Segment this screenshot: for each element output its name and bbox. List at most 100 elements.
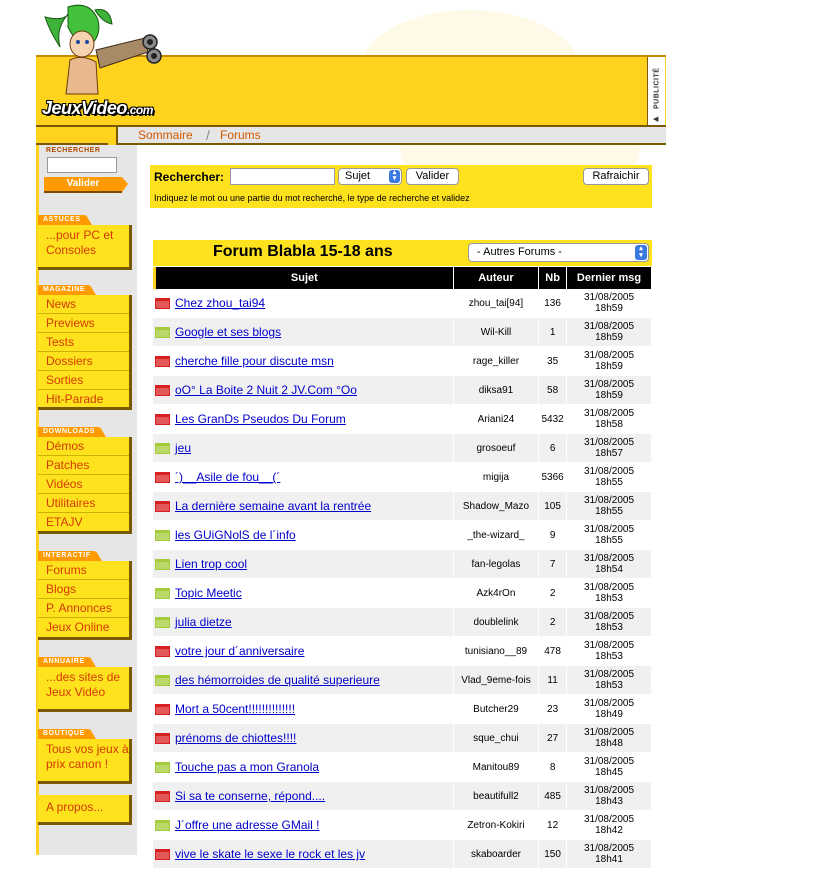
sidebar-item-tests[interactable]: Tests [38, 333, 129, 352]
topic-last-message: 31/08/2005 18h55 [567, 521, 652, 550]
search-type-select[interactable]: Sujet ▴ ▾ [338, 168, 402, 185]
topic-author: rage_killer [453, 347, 540, 376]
topic-subject-cell: cherche fille pour discute msn [153, 347, 454, 376]
topic-subject-cell: La dernière semaine avant la rentrée [153, 492, 454, 521]
other-forums-select[interactable]: - Autres Forums - ▴ ▾ [468, 243, 649, 262]
section-tab: ANNUAIRE [38, 657, 96, 667]
sidebar-item-blogs[interactable]: Blogs [38, 580, 129, 599]
breadcrumb-sommaire-link[interactable]: Sommaire [138, 128, 193, 142]
topic-link[interactable]: Les GranDs Pseudos Du Forum [175, 412, 346, 426]
table-row: Lien trop cool fan-legolas 7 31/08/2005 18h5… [153, 550, 652, 579]
sound-icon: ◀ [653, 116, 659, 123]
topic-link[interactable]: Touche pas a mon Granola [175, 760, 319, 774]
topic-link[interactable]: Google et ses blogs [175, 325, 281, 339]
sidebar-item-sorties[interactable]: Sorties [38, 371, 129, 390]
sidebar-item-petites-annonces[interactable]: P. Annonces [38, 599, 129, 618]
sidebar-item-a-propos[interactable]: A propos... [38, 795, 129, 818]
topic-link[interactable]: les GUiGNolS de l´info [175, 528, 296, 542]
topic-message-count: 35 [539, 347, 568, 376]
topic-link[interactable]: ´)__Asile de fou__(´ [175, 470, 280, 484]
topic-link[interactable]: Mort a 50cent!!!!!!!!!!!!!! [175, 702, 295, 716]
topic-author: Zetron-Kokiri [453, 811, 540, 840]
sidebar-item-hit-parade[interactable]: Hit-Parade [38, 390, 129, 408]
sidebar-item-patches[interactable]: Patches [38, 456, 129, 475]
topic-message-count: 7 [539, 550, 568, 579]
last-message-time: 18h59 [595, 361, 623, 372]
sidebar-item-dossiers[interactable]: Dossiers [38, 352, 129, 371]
topic-link[interactable]: Topic Meetic [175, 586, 242, 600]
ad-banner[interactable]: PUBLICITÉ ◀ [647, 57, 665, 125]
topic-link[interactable]: oO° La Boite 2 Nuit 2 JV.Com °Oo [175, 383, 357, 397]
table-row: Topic Meetic Azk4rOn 2 31/08/2005 18h53 [153, 579, 652, 608]
topic-message-count: 5432 [539, 405, 568, 434]
topic-link[interactable]: Lien trop cool [175, 557, 247, 571]
forum-search-validate-button[interactable]: Valider [406, 168, 459, 185]
folder-icon [155, 558, 170, 570]
topic-author: sque_chui [453, 724, 540, 753]
sidebar-item-boutique[interactable]: Tous vos jeux à prix canon ! [38, 739, 129, 775]
topic-link[interactable]: La dernière semaine avant la rentrée [175, 499, 371, 513]
forum-search-input[interactable] [230, 168, 335, 185]
sidebar-item-etajv[interactable]: ETAJV [38, 513, 129, 531]
topic-link[interactable]: cherche fille pour discute msn [175, 354, 334, 368]
last-message-time: 18h42 [595, 825, 623, 836]
sidebar-item-news[interactable]: News [38, 295, 129, 314]
topic-subject-cell: Touche pas a mon Granola [153, 753, 454, 782]
sidebar-item-previews[interactable]: Previews [38, 314, 129, 333]
topic-link[interactable]: Chez zhou_tai94 [175, 296, 265, 310]
topic-link[interactable]: prénoms de chiottes!!!! [175, 731, 296, 745]
site-logo[interactable]: JeuxVideo.com [42, 98, 153, 119]
topic-link[interactable]: jeu [175, 441, 191, 455]
forum-title-bar: Forum Blabla 15-18 ans - Autres Forums -… [153, 240, 652, 266]
topic-link[interactable]: J´offre une adresse GMail ! [175, 818, 320, 832]
last-message-time: 18h53 [595, 651, 623, 662]
forum-search-label: Rechercher: [154, 170, 225, 184]
last-message-time: 18h43 [595, 796, 623, 807]
sidebar-item-annuaire-sites[interactable]: ...des sites de Jeux Vidéo [38, 667, 129, 703]
topic-link[interactable]: Si sa te conserne, répond.... [175, 789, 325, 803]
topic-author: migija [453, 463, 540, 492]
table-header-row: Sujet Auteur Nb Dernier msg [153, 267, 652, 289]
sidebar-search-input[interactable] [47, 157, 117, 173]
topic-author: doublelink [453, 608, 540, 637]
folder-icon [155, 529, 170, 541]
sidebar-search-button[interactable]: Valider [44, 177, 128, 193]
sidebar-item-videos[interactable]: Vidéos [38, 475, 129, 494]
table-row: ´)__Asile de fou__(´ migija 5366 31/08/2005… [153, 463, 652, 492]
topic-last-message: 31/08/2005 18h48 [567, 724, 652, 753]
sidebar-section-annuaire: ANNUAIRE ...des sites de Jeux Vidéo [38, 657, 132, 712]
last-message-date: 31/08/2005 [583, 437, 635, 448]
sidebar-section-interactif: INTERACTIF Forums Blogs P. Annonces Jeux… [38, 551, 132, 640]
topic-link[interactable]: des hémorroides de qualité superieure [175, 673, 380, 687]
topic-subject-cell: Mort a 50cent!!!!!!!!!!!!!! [153, 695, 454, 724]
sidebar-item-demos[interactable]: Démos [38, 437, 129, 456]
table-row: cherche fille pour discute msn rage_kille… [153, 347, 652, 376]
topic-message-count: 8 [539, 753, 568, 782]
forum-search-bar: Rechercher: Sujet ▴ ▾ Valider Rafraichir I… [150, 165, 652, 208]
topic-link[interactable]: votre jour d´anniversaire [175, 644, 304, 658]
last-message-time: 18h59 [595, 390, 623, 401]
topic-link[interactable]: vive le skate le sexe le rock et les jv [175, 847, 365, 861]
sidebar-item-jeux-online[interactable]: Jeux Online [38, 618, 129, 636]
topic-subject-cell: Les GranDs Pseudos Du Forum [153, 405, 454, 434]
topic-last-message: 31/08/2005 18h57 [567, 434, 652, 463]
table-row: des hémorroides de qualité superieure Vla… [153, 666, 652, 695]
sidebar-item-utilitaires[interactable]: Utilitaires [38, 494, 129, 513]
sidebar-item-forums[interactable]: Forums [38, 561, 129, 580]
last-message-date: 31/08/2005 [583, 698, 635, 709]
sidebar-section-about: A propos... [38, 795, 132, 825]
topic-subject-cell: Chez zhou_tai94 [153, 289, 454, 318]
section-tab: INTERACTIF [38, 551, 102, 561]
topic-author: Vlad_9eme-fois [453, 666, 540, 695]
topic-last-message: 31/08/2005 18h59 [567, 347, 652, 376]
table-row: Mort a 50cent!!!!!!!!!!!!!! Butcher29 23 31… [153, 695, 652, 724]
pub-label: PUBLICITÉ [653, 67, 661, 109]
topic-message-count: 478 [539, 637, 568, 666]
folder-icon [155, 761, 170, 773]
refresh-button[interactable]: Rafraichir [583, 168, 649, 185]
breadcrumb-forums-link[interactable]: Forums [220, 128, 261, 142]
last-message-date: 31/08/2005 [583, 640, 635, 651]
sidebar-item-astuces-pc-consoles[interactable]: ...pour PC et Consoles [38, 225, 129, 261]
topic-link[interactable]: julia dietze [175, 615, 232, 629]
last-message-time: 18h53 [595, 593, 623, 604]
